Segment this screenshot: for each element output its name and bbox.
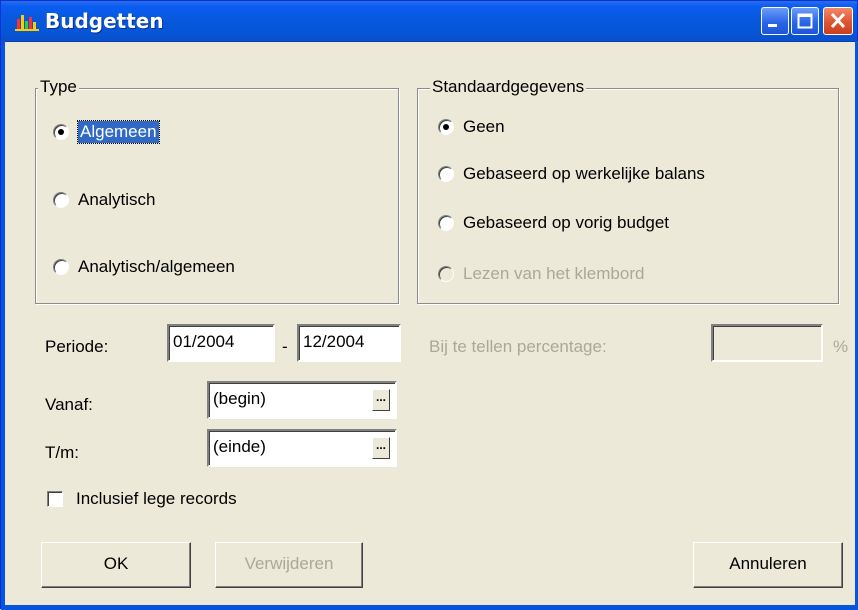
radio-circle-checked[interactable]: [53, 124, 69, 140]
radio-label-vorig-budget: Gebaseerd op vorig budget: [463, 213, 670, 232]
radio-circle-disabled: [438, 266, 454, 282]
vanaf-label: Vanaf:: [45, 395, 93, 414]
type-groupbox: Type Algemeen Analytisch Analytisch/alge…: [35, 77, 399, 304]
radio-werkelijke-balans[interactable]: Gebaseerd op werkelijke balans: [438, 164, 705, 184]
radio-klembord: Lezen van het klembord: [438, 264, 644, 284]
percentage-input: [711, 324, 823, 362]
periode-label: Periode:: [45, 337, 109, 356]
radio-label-geen: Geen: [463, 117, 505, 136]
standaardgegevens-legend: Standaardgegevens: [430, 77, 587, 97]
radio-analytisch[interactable]: Analytisch: [53, 190, 155, 210]
window-title: Budgetten: [45, 9, 164, 33]
vanaf-lookup-button[interactable]: ...: [372, 389, 390, 411]
radio-circle[interactable]: [438, 166, 454, 182]
periode-separator: -: [282, 337, 288, 356]
percentage-unit: %: [833, 337, 849, 356]
radio-label-analytisch-algemeen: Analytisch/algemeen: [78, 257, 235, 276]
minimize-icon: [768, 24, 777, 27]
radio-label-werkelijke-balans: Gebaseerd op werkelijke balans: [463, 164, 705, 183]
minimize-button[interactable]: [761, 7, 789, 35]
tm-input[interactable]: (einde): [207, 429, 397, 467]
checkbox-box[interactable]: [47, 491, 63, 507]
tm-label: T/m:: [45, 443, 79, 462]
annuleren-button[interactable]: Annuleren: [693, 542, 843, 588]
radio-circle[interactable]: [53, 259, 69, 275]
close-icon: [830, 12, 846, 29]
title-bar[interactable]: Budgetten: [1, 1, 857, 42]
bar-chart-icon: [15, 15, 39, 31]
radio-label-analytisch: Analytisch: [78, 190, 156, 209]
periode-from-input[interactable]: 01/2004: [167, 324, 275, 362]
radio-vorig-budget[interactable]: Gebaseerd op vorig budget: [438, 213, 669, 233]
maximize-button[interactable]: [791, 7, 819, 35]
inclusief-lege-records-checkbox[interactable]: Inclusief lege records: [47, 489, 237, 509]
budgetten-dialog: Budgetten Type Algemeen Analytisch Analy…: [0, 0, 858, 610]
window-frame-left: [1, 41, 5, 610]
periode-to-input[interactable]: 12/2004: [297, 324, 401, 362]
radio-circle-checked[interactable]: [438, 119, 454, 135]
radio-algemeen[interactable]: Algemeen: [53, 120, 160, 144]
ok-button[interactable]: OK: [41, 542, 191, 588]
radio-geen[interactable]: Geen: [438, 117, 505, 137]
tm-lookup-button[interactable]: ...: [372, 437, 390, 459]
radio-label-klembord: Lezen van het klembord: [463, 264, 645, 283]
close-button[interactable]: [823, 7, 853, 35]
maximize-icon: [797, 13, 813, 29]
percentage-label: Bij te tellen percentage:: [429, 337, 607, 356]
window-frame-bottom: [1, 605, 858, 610]
vanaf-input[interactable]: (begin): [207, 381, 397, 419]
radio-label-algemeen: Algemeen: [77, 120, 160, 144]
verwijderen-button: Verwijderen: [215, 542, 363, 588]
type-legend: Type: [38, 77, 79, 97]
radio-analytisch-algemeen[interactable]: Analytisch/algemeen: [53, 257, 235, 277]
radio-circle[interactable]: [53, 192, 69, 208]
inclusief-lege-records-label: Inclusief lege records: [76, 489, 237, 508]
standaardgegevens-groupbox: Standaardgegevens Geen Gebaseerd op werk…: [417, 77, 839, 304]
radio-circle[interactable]: [438, 215, 454, 231]
